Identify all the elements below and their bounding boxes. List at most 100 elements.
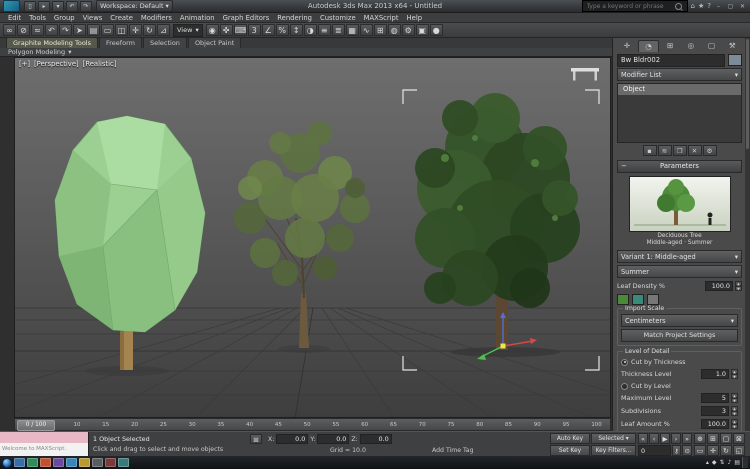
- show-desktop-button[interactable]: [742, 457, 748, 468]
- key-filters-button[interactable]: Key Filters...: [591, 445, 636, 456]
- cut-by-thickness-radio[interactable]: [621, 359, 628, 366]
- set-key-button[interactable]: Set Key: [550, 445, 590, 456]
- configure-modifier-sets-button[interactable]: ⚙: [703, 145, 717, 156]
- make-unique-button[interactable]: ❒: [673, 145, 687, 156]
- motion-tab[interactable]: ◎: [681, 40, 701, 52]
- ribbon-tab-selection[interactable]: Selection: [143, 37, 187, 48]
- select-link-icon[interactable]: ∞: [3, 24, 16, 36]
- volume-icon[interactable]: ♪: [727, 459, 731, 466]
- select-by-name-icon[interactable]: ▤: [87, 24, 100, 36]
- object-name-field[interactable]: Bw Bldr002: [617, 54, 725, 67]
- display-mode-box-button[interactable]: [647, 294, 659, 305]
- time-slider-handle[interactable]: 0 / 100: [17, 420, 55, 431]
- z-coordinate-field[interactable]: 0.0: [360, 434, 392, 444]
- parameters-rollout-header[interactable]: Parameters: [617, 160, 742, 173]
- use-pivot-center-icon[interactable]: ◉: [206, 24, 219, 36]
- display-mode-full-button[interactable]: [617, 294, 629, 305]
- thickness-level-field[interactable]: 1.0: [701, 369, 729, 379]
- macro-recorder-pane[interactable]: [0, 432, 88, 443]
- taskbar-app-icon[interactable]: [40, 458, 51, 467]
- taskbar-app-icon[interactable]: [118, 458, 129, 467]
- window-crossing-icon[interactable]: ◫: [115, 24, 128, 36]
- ribbon-tab-object-paint[interactable]: Object Paint: [188, 37, 241, 48]
- favorites-star-icon[interactable]: ★: [698, 2, 704, 10]
- leaf-density-spinner[interactable]: ▲▼: [735, 281, 742, 291]
- time-configuration-icon[interactable]: ⊙: [682, 445, 692, 456]
- leaf-density-field[interactable]: 100.0: [705, 281, 733, 291]
- search-icon[interactable]: [675, 3, 682, 10]
- save-file-icon[interactable]: ▾: [52, 1, 64, 12]
- menu-item[interactable]: Group: [50, 14, 79, 22]
- snaps-toggle-icon[interactable]: 3: [248, 24, 261, 36]
- panel-scrollbar[interactable]: [745, 38, 750, 431]
- x-coordinate-field[interactable]: 0.0: [276, 434, 308, 444]
- selection-lock-toggle[interactable]: ⊠: [250, 434, 262, 444]
- application-menu-icon[interactable]: [3, 0, 20, 12]
- render-production-icon[interactable]: ●: [430, 24, 443, 36]
- menu-item[interactable]: Tools: [25, 14, 50, 22]
- bind-to-spacewarp-icon[interactable]: ≈: [31, 24, 44, 36]
- hierarchy-tab[interactable]: ⊞: [660, 40, 680, 52]
- align-icon[interactable]: ≡: [318, 24, 331, 36]
- pan-icon[interactable]: ✛: [707, 445, 719, 456]
- menu-item[interactable]: Graph Editors: [219, 14, 274, 22]
- restore-button[interactable]: ▢: [726, 3, 735, 10]
- match-project-settings-button[interactable]: Match Project Settings: [621, 329, 738, 342]
- zoom-icon[interactable]: ⊕: [694, 433, 706, 444]
- track-bar[interactable]: 0510152025303540455055606570758085909510…: [14, 418, 611, 431]
- polygon-modeling-panel-label[interactable]: Polygon Modeling: [8, 48, 65, 56]
- undo-icon[interactable]: ↶: [66, 1, 78, 12]
- new-scene-icon[interactable]: ▯: [24, 1, 36, 12]
- display-mode-proxy-button[interactable]: [632, 294, 644, 305]
- menu-item[interactable]: Help: [403, 14, 427, 22]
- redo-icon[interactable]: ↷: [80, 1, 92, 12]
- leaf-amount-spinner[interactable]: ▲▼: [731, 419, 738, 429]
- undo-icon[interactable]: ↶: [45, 24, 58, 36]
- menu-item[interactable]: MAXScript: [360, 14, 403, 22]
- network-icon[interactable]: ⇅: [719, 459, 724, 466]
- maximum-level-spinner[interactable]: ▲▼: [731, 393, 738, 403]
- rendered-frame-window-icon[interactable]: ▣: [416, 24, 429, 36]
- current-frame-field[interactable]: 0: [638, 445, 671, 456]
- object-color-swatch[interactable]: [728, 54, 742, 66]
- zoom-extents-icon[interactable]: ▢: [720, 433, 732, 444]
- graphite-ribbon-toggle-icon[interactable]: ▦: [346, 24, 359, 36]
- close-button[interactable]: ✕: [738, 3, 747, 10]
- thickness-level-spinner[interactable]: ▲▼: [731, 369, 738, 379]
- update-icon[interactable]: ◆: [712, 459, 717, 466]
- layer-manager-icon[interactable]: ≣: [332, 24, 345, 36]
- variant-dropdown[interactable]: Variant 1: Middle-aged ▾: [617, 250, 742, 263]
- select-and-rotate-icon[interactable]: ↻: [143, 24, 156, 36]
- show-end-result-button[interactable]: ≋: [658, 145, 672, 156]
- select-and-move-icon[interactable]: ✛: [129, 24, 142, 36]
- display-tab[interactable]: ▢: [702, 40, 722, 52]
- zoom-region-icon[interactable]: ▭: [694, 445, 706, 456]
- redo-icon[interactable]: ↷: [59, 24, 72, 36]
- remove-modifier-button[interactable]: ✕: [688, 145, 702, 156]
- minimize-button[interactable]: –: [714, 3, 723, 10]
- viewport-pov-menu[interactable]: [Perspective]: [34, 60, 79, 68]
- units-dropdown[interactable]: Centimeters ▾: [621, 314, 738, 327]
- start-button[interactable]: [2, 458, 12, 468]
- auto-key-button[interactable]: Auto Key: [550, 433, 590, 444]
- material-editor-icon[interactable]: ◍: [388, 24, 401, 36]
- taskbar-app-icon[interactable]: [79, 458, 90, 467]
- menu-item[interactable]: Customize: [316, 14, 360, 22]
- menu-item[interactable]: Create: [106, 14, 137, 22]
- create-tab[interactable]: ✛: [617, 40, 637, 52]
- maximum-level-field[interactable]: 5: [701, 393, 729, 403]
- select-and-manipulate-icon[interactable]: ✜: [220, 24, 233, 36]
- modifier-stack-item[interactable]: Object: [618, 84, 741, 95]
- subdivisions-field[interactable]: 3: [701, 406, 729, 416]
- modifier-list-dropdown[interactable]: Modifier List ▾: [617, 68, 742, 81]
- search-input[interactable]: [585, 2, 673, 11]
- zoom-all-icon[interactable]: ⊞: [707, 433, 719, 444]
- menu-item[interactable]: Edit: [4, 14, 25, 22]
- select-and-scale-icon[interactable]: ⊿: [157, 24, 170, 36]
- help-icon[interactable]: ?: [707, 2, 711, 10]
- schematic-view-icon[interactable]: ⊞: [374, 24, 387, 36]
- go-to-end-button[interactable]: »: [682, 433, 692, 444]
- next-frame-button[interactable]: ›: [671, 433, 681, 444]
- orbit-icon[interactable]: ↻: [720, 445, 732, 456]
- menu-item[interactable]: Rendering: [273, 14, 316, 22]
